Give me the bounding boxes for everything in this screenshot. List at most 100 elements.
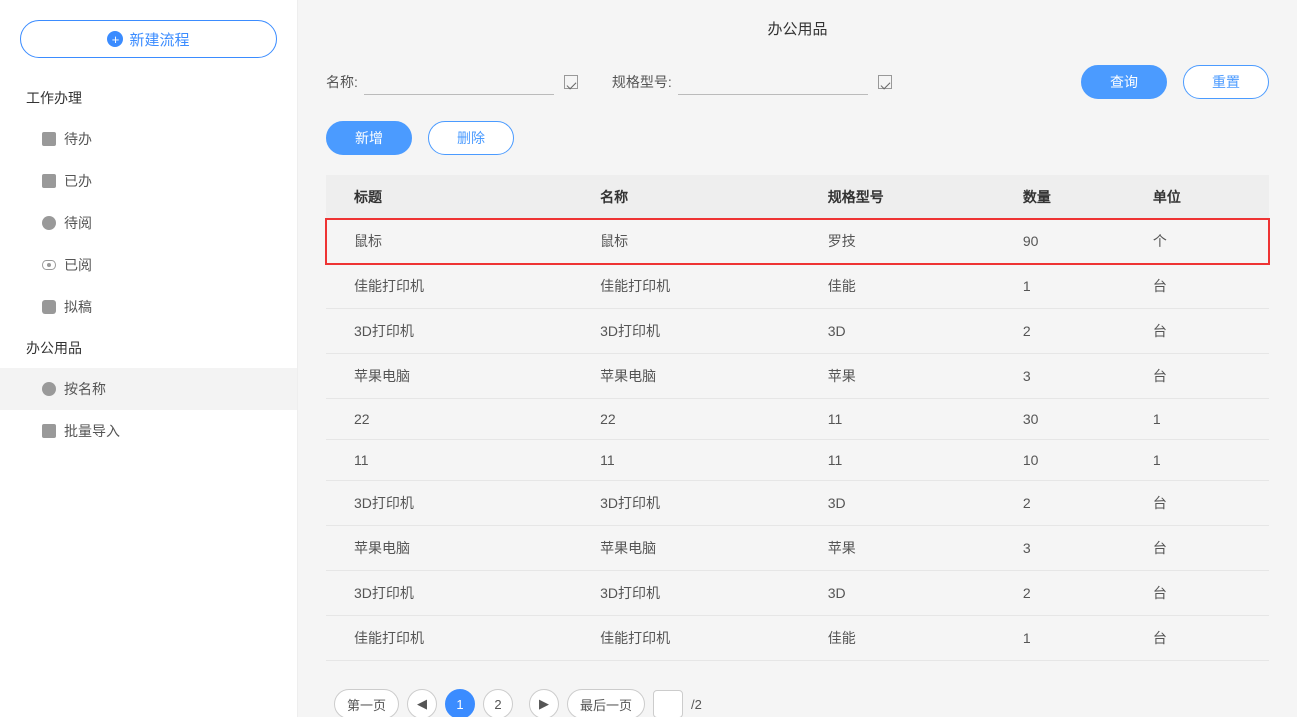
table-cell: 佳能 [814, 264, 1009, 309]
table-row[interactable]: 3D打印机3D打印机3D2台 [326, 571, 1269, 616]
table-row[interactable]: 222211301 [326, 399, 1269, 440]
page-input[interactable] [653, 690, 683, 717]
table-cell: 3D打印机 [586, 481, 814, 526]
table-cell: 台 [1139, 616, 1269, 661]
table-cell: 苹果电脑 [586, 526, 814, 571]
table-row[interactable]: 佳能打印机佳能打印机佳能1台 [326, 616, 1269, 661]
filter-spec-input[interactable] [678, 70, 868, 95]
query-label: 查询 [1110, 72, 1138, 92]
delete-button[interactable]: 删除 [428, 121, 514, 155]
page-last-button[interactable]: 最后一页 [567, 689, 645, 717]
table-row[interactable]: 苹果电脑苹果电脑苹果3台 [326, 354, 1269, 399]
table-row[interactable]: 3D打印机3D打印机3D2台 [326, 481, 1269, 526]
table-cell: 3D [814, 571, 1009, 616]
table-header: 规格型号 [814, 175, 1009, 219]
reset-label: 重置 [1212, 72, 1240, 92]
sidebar-item-import[interactable]: 批量导入 [0, 410, 297, 452]
table-cell: 3D打印机 [586, 309, 814, 354]
page-number-button[interactable]: 2 [483, 689, 513, 717]
page-last-label: 最后一页 [580, 695, 632, 714]
table-cell: 11 [326, 440, 586, 481]
table-cell: 2 [1009, 309, 1139, 354]
sidebar-item-label: 待办 [64, 129, 92, 149]
add-label: 新增 [355, 128, 383, 148]
table-header: 标题 [326, 175, 586, 219]
table-cell: 22 [586, 399, 814, 440]
table-cell: 10 [1009, 440, 1139, 481]
table-cell: 台 [1139, 309, 1269, 354]
table-row[interactable]: 苹果电脑苹果电脑苹果3台 [326, 526, 1269, 571]
table-cell: 3D打印机 [326, 481, 586, 526]
eye-icon [42, 260, 56, 270]
table-cell: 佳能打印机 [326, 616, 586, 661]
pagination: 第一页 ◀ 12 ▶ 最后一页 /2 [326, 661, 1269, 717]
new-process-label: 新建流程 [129, 29, 189, 50]
table-cell: 台 [1139, 354, 1269, 399]
page-next-button[interactable]: ▶ [529, 689, 559, 717]
table-row[interactable]: 佳能打印机佳能打印机佳能1台 [326, 264, 1269, 309]
action-row: 新增 删除 [326, 121, 1269, 155]
sidebar-item-todo[interactable]: 待办 [0, 118, 297, 160]
table-cell: 3D打印机 [326, 571, 586, 616]
filter-row: 名称: 规格型号: 查询 重置 [326, 53, 1269, 121]
nav-section-work: 工作办理 [0, 78, 297, 118]
table-row[interactable]: 111111101 [326, 440, 1269, 481]
page-prev-button[interactable]: ◀ [407, 689, 437, 717]
pencil-icon [42, 300, 56, 314]
query-button[interactable]: 查询 [1081, 65, 1167, 99]
sidebar-item-done[interactable]: 已办 [0, 160, 297, 202]
sidebar-item-label: 拟稿 [64, 297, 92, 317]
table-cell: 3D打印机 [586, 571, 814, 616]
supplies-table: 标题名称规格型号数量单位 鼠标鼠标罗技90个佳能打印机佳能打印机佳能1台3D打印… [326, 175, 1269, 661]
sidebar-item-byname[interactable]: 按名称 [0, 368, 297, 410]
table-row[interactable]: 鼠标鼠标罗技90个 [326, 219, 1269, 264]
table-cell: 苹果电脑 [586, 354, 814, 399]
table-cell: 个 [1139, 219, 1269, 264]
table-cell: 30 [1009, 399, 1139, 440]
table-cell: 11 [814, 440, 1009, 481]
table-cell: 3D [814, 481, 1009, 526]
table-cell: 苹果 [814, 354, 1009, 399]
table-cell: 3D打印机 [326, 309, 586, 354]
table-cell: 苹果 [814, 526, 1009, 571]
table-cell: 佳能打印机 [326, 264, 586, 309]
plus-icon: + [107, 31, 123, 47]
sidebar-item-draft[interactable]: 拟稿 [0, 286, 297, 328]
table-cell: 1 [1139, 399, 1269, 440]
table-cell: 苹果电脑 [326, 354, 586, 399]
new-process-button[interactable]: + 新建流程 [20, 20, 277, 58]
table-cell: 佳能 [814, 616, 1009, 661]
delete-label: 删除 [457, 128, 485, 148]
table-cell: 台 [1139, 526, 1269, 571]
page-number-button[interactable]: 1 [445, 689, 475, 717]
filter-name-label: 名称: [326, 72, 358, 92]
tag-icon [42, 382, 56, 396]
reset-button[interactable]: 重置 [1183, 65, 1269, 99]
sidebar-item-label: 已阅 [64, 255, 92, 275]
edit-icon[interactable] [878, 75, 892, 89]
import-icon [42, 424, 56, 438]
table-cell: 3 [1009, 526, 1139, 571]
filter-spec-label: 规格型号: [612, 72, 672, 92]
table-row[interactable]: 3D打印机3D打印机3D2台 [326, 309, 1269, 354]
toread-icon [42, 216, 56, 230]
table-cell: 苹果电脑 [326, 526, 586, 571]
page-first-button[interactable]: 第一页 [334, 689, 399, 717]
table-cell: 佳能打印机 [586, 264, 814, 309]
table-cell: 台 [1139, 264, 1269, 309]
table-cell: 台 [1139, 571, 1269, 616]
sidebar: + 新建流程 工作办理 待办 已办 待阅 已阅 拟稿 办公用品 按名称 [0, 0, 298, 717]
chevron-right-icon: ▶ [539, 696, 549, 712]
sidebar-item-label: 已办 [64, 171, 92, 191]
table-cell: 佳能打印机 [586, 616, 814, 661]
add-button[interactable]: 新增 [326, 121, 412, 155]
edit-icon[interactable] [564, 75, 578, 89]
sidebar-item-toread[interactable]: 待阅 [0, 202, 297, 244]
filter-name-input[interactable] [364, 70, 554, 95]
table-cell: 1 [1139, 440, 1269, 481]
table-cell: 90 [1009, 219, 1139, 264]
table-cell: 3D [814, 309, 1009, 354]
nav-section-supplies: 办公用品 [0, 328, 297, 368]
table-cell: 鼠标 [326, 219, 586, 264]
sidebar-item-read[interactable]: 已阅 [0, 244, 297, 286]
